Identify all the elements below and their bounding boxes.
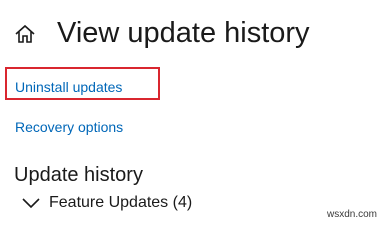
feature-updates-expander[interactable]: Feature Updates (4) (21, 192, 192, 214)
recovery-options-link[interactable]: Recovery options (15, 118, 123, 136)
page-title: View update history (57, 17, 310, 49)
update-history-heading: Update history (14, 164, 143, 186)
uninstall-updates-link[interactable]: Uninstall updates (15, 78, 122, 96)
watermark: wsxdn.com (326, 209, 377, 220)
feature-updates-label: Feature Updates (4) (49, 194, 193, 211)
home-icon[interactable] (14, 23, 36, 45)
chevron-down-icon (21, 197, 41, 209)
